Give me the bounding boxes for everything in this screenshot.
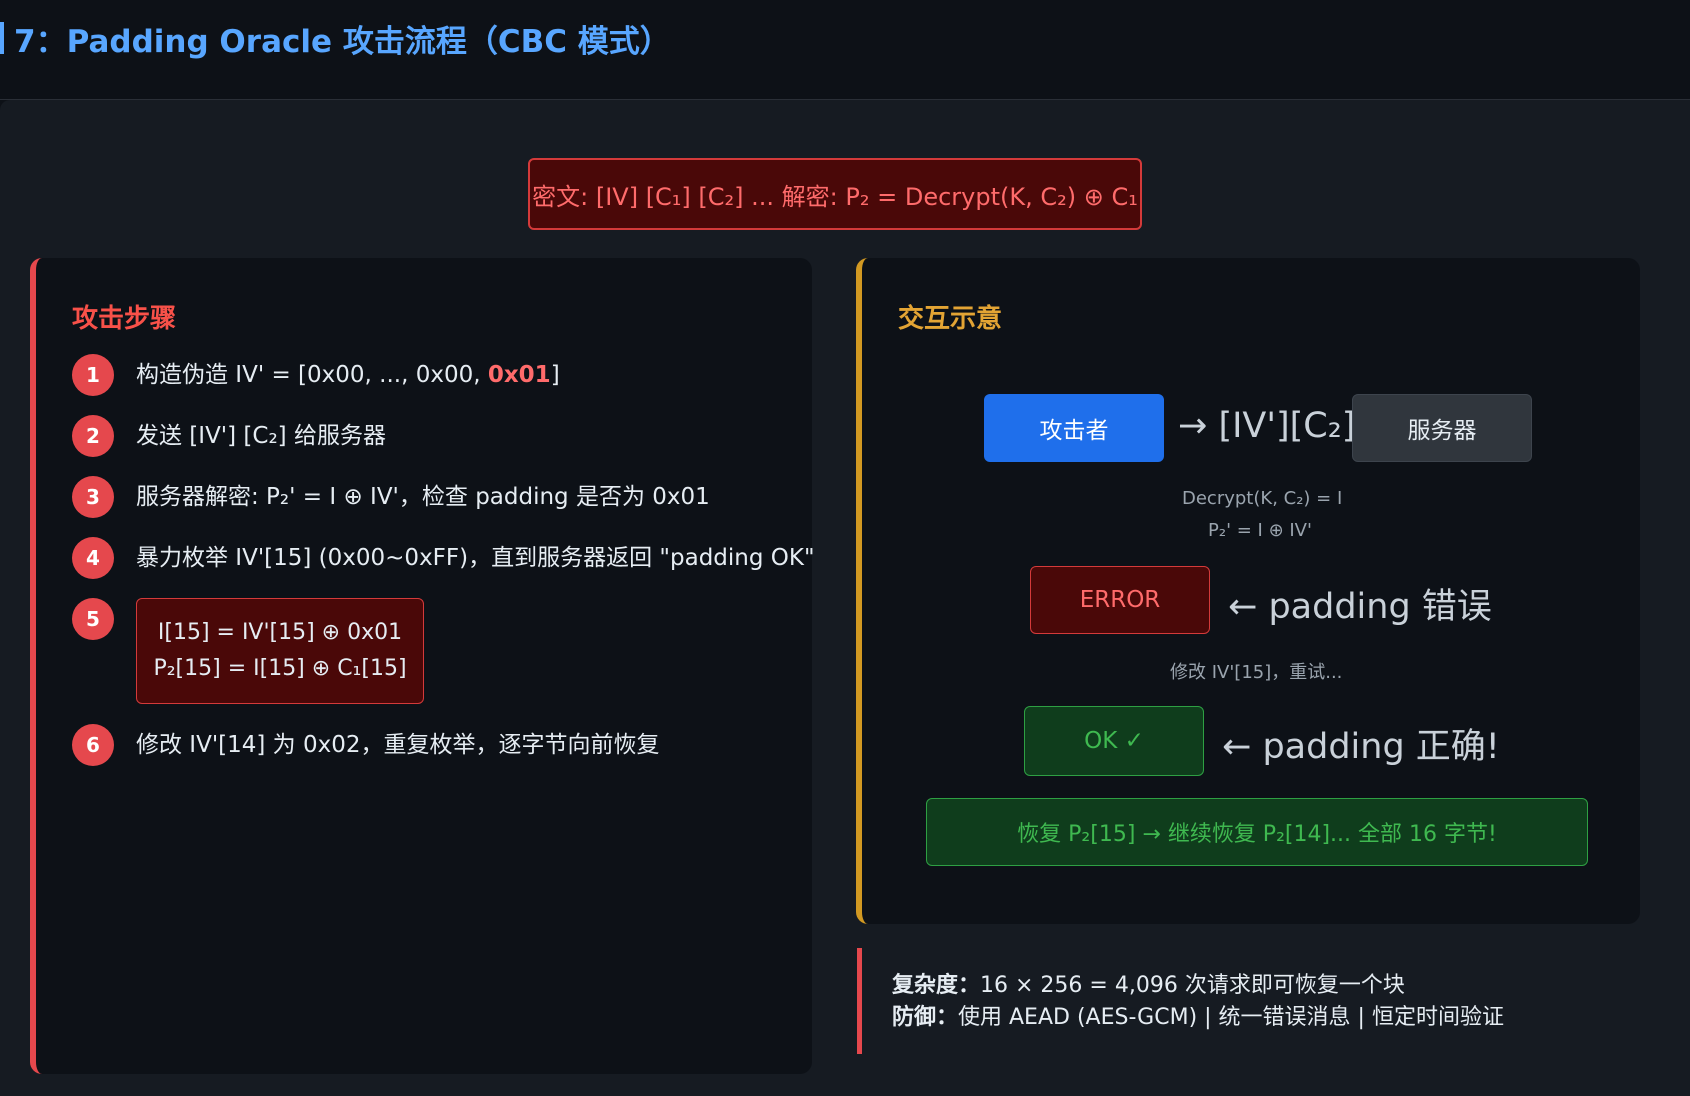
attack-steps-panel: 攻击步骤 1 构造伪造 IV' = [0x00, ..., 0x00, 0x01… — [30, 258, 815, 1074]
step-1-text-after: ] — [550, 362, 560, 388]
complexity-text: 16 × 256 = 4,096 次请求即可恢复一个块 — [980, 973, 1405, 998]
step-number-3: 3 — [72, 476, 114, 518]
page-title: 7：Padding Oracle 攻击流程（CBC 模式） — [14, 24, 671, 60]
formula-line-2: P₂[15] = I[15] ⊕ C₁[15] — [153, 656, 407, 681]
formula-box: I[15] = IV'[15] ⊕ 0x01 P₂[15] = I[15] ⊕ … — [136, 598, 424, 704]
header-accent-bar — [0, 22, 4, 54]
ok-arrow-label: ← padding 正确! — [1222, 727, 1500, 767]
send-arrow-label: → [IV'][C₂] — [1178, 406, 1356, 446]
step-3: 3 服务器解密: P₂' = I ⊕ IV'，检查 padding 是否为 0x… — [72, 476, 710, 518]
formula-line-1: I[15] = IV'[15] ⊕ 0x01 — [157, 620, 403, 645]
step-1-text-before: 构造伪造 IV' = [0x00, ..., 0x00, — [136, 362, 488, 388]
recover-box: 恢复 P₂[15] → 继续恢复 P₂[14]... 全部 16 字节! — [926, 798, 1588, 866]
step-number-5: 5 — [72, 598, 114, 640]
complexity-label: 复杂度： — [892, 973, 981, 998]
step-2: 2 发送 [IV'] [C₂] 给服务器 — [72, 415, 386, 457]
ciphertext-box: 密文: [IV] [C₁] [C₂] ... 解密: P₂ = Decrypt(… — [528, 158, 1142, 230]
step-5: 5 I[15] = IV'[15] ⊕ 0x01 P₂[15] = I[15] … — [72, 598, 424, 704]
ok-box: OK ✓ — [1024, 706, 1204, 776]
attacker-box: 攻击者 — [984, 394, 1164, 462]
step-number-6: 6 — [72, 724, 114, 766]
defense-label: 防御： — [892, 1005, 959, 1030]
complexity-line: 复杂度：16 × 256 = 4,096 次请求即可恢复一个块 — [892, 970, 1657, 1002]
decrypt-line-1: Decrypt(K, C₂) = I — [1182, 488, 1343, 509]
step-number-2: 2 — [72, 415, 114, 457]
attack-steps-title: 攻击步骤 — [72, 304, 177, 334]
defense-text: 使用 AEAD (AES-GCM) | 统一错误消息 | 恒定时间验证 — [958, 1005, 1504, 1030]
error-box: ERROR — [1030, 566, 1210, 634]
step-number-1: 1 — [72, 354, 114, 396]
step-text-2: 发送 [IV'] [C₂] 给服务器 — [136, 423, 386, 449]
step-text-1: 构造伪造 IV' = [0x00, ..., 0x00, 0x01] — [136, 354, 560, 396]
step-text-4: 暴力枚举 IV'[15] (0x00~0xFF)，直到服务器返回 "paddin… — [136, 545, 815, 571]
defense-line: 防御：使用 AEAD (AES-GCM) | 统一错误消息 | 恒定时间验证 — [892, 1002, 1657, 1034]
step-6: 6 修改 IV'[14] 为 0x02，重复枚举，逐字节向前恢复 — [72, 724, 660, 766]
interaction-panel: 交互示意 攻击者 → [IV'][C₂] 服务器 Decrypt(K, C₂) … — [856, 258, 1640, 924]
step-4: 4 暴力枚举 IV'[15] (0x00~0xFF)，直到服务器返回 "padd… — [72, 537, 815, 579]
header: 7：Padding Oracle 攻击流程（CBC 模式） — [0, 0, 1690, 100]
step-text-6: 修改 IV'[14] 为 0x02，重复枚举，逐字节向前恢复 — [136, 732, 660, 758]
interaction-title: 交互示意 — [898, 304, 1003, 334]
server-box: 服务器 — [1352, 394, 1532, 462]
step-text-3: 服务器解密: P₂' = I ⊕ IV'，检查 padding 是否为 0x01 — [136, 484, 710, 510]
step-1: 1 构造伪造 IV' = [0x00, ..., 0x00, 0x01] — [72, 354, 560, 396]
step-1-highlight: 0x01 — [487, 362, 551, 388]
error-arrow-label: ← padding 错误 — [1228, 587, 1492, 627]
page: 7：Padding Oracle 攻击流程（CBC 模式） 密文: [IV] [… — [0, 0, 1690, 1096]
decrypt-line-2: P₂' = I ⊕ IV' — [1208, 520, 1312, 541]
complexity-defense-note: 复杂度：16 × 256 = 4,096 次请求即可恢复一个块 防御：使用 AE… — [857, 948, 1657, 1054]
step-number-4: 4 — [72, 537, 114, 579]
retry-text: 修改 IV'[15]，重试... — [1170, 662, 1343, 683]
